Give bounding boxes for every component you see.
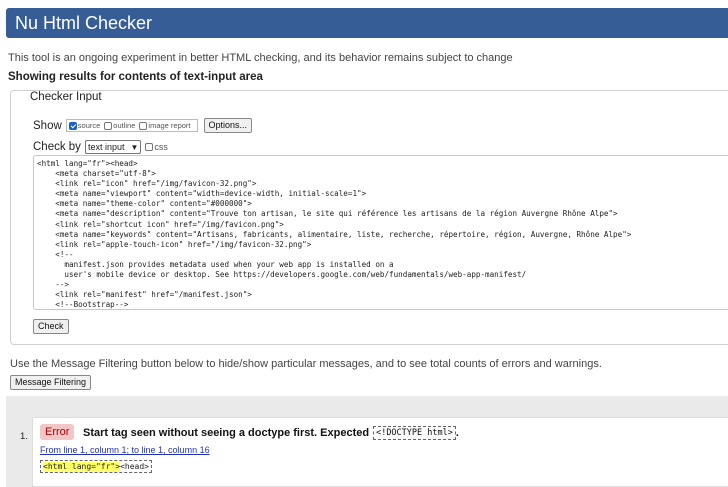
header-bar: Nu Html Checker: [6, 8, 728, 38]
code-extract: <html lang="fr"><head>: [40, 460, 152, 473]
image-report-checkbox[interactable]: [139, 121, 148, 130]
checker-input-legend: Checker Input: [26, 91, 106, 103]
check-by-value: text input: [87, 142, 125, 152]
source-line: <link rel="icon" href="/img/favicon-32.p…: [37, 179, 257, 189]
message-number: 1.: [20, 431, 28, 442]
image-report-label: image report: [148, 121, 191, 130]
css-checkbox[interactable]: [145, 143, 154, 151]
error-message: Start tag seen without seeing a doctype …: [83, 426, 459, 440]
source-line: manifest.json provides metadata used whe…: [37, 259, 394, 269]
outline-checkbox[interactable]: [104, 121, 113, 130]
source-line: <!--Bootstrap-->: [37, 300, 129, 310]
source-line: <meta name="keywords" content="Artisans,…: [37, 229, 632, 239]
page-title: Nu Html Checker: [15, 13, 153, 33]
source-label: source: [77, 121, 101, 130]
source-line: <meta name="description" content="Trouve…: [37, 209, 618, 219]
css-label: css: [154, 142, 168, 152]
check-button[interactable]: Check: [33, 319, 69, 334]
source-line: <meta charset="utf-8">: [37, 169, 156, 179]
source-line: <meta name="viewport" content="width=dev…: [37, 189, 367, 199]
showing-heading: Showing results for contents of text-inp…: [8, 71, 263, 83]
show-image-report-option[interactable]: image report: [139, 121, 191, 130]
source-line: <!--: [37, 249, 74, 259]
options-button[interactable]: Options...: [203, 118, 253, 133]
error-location-link[interactable]: From line 1, column 1; to line 1, column…: [40, 445, 210, 455]
check-by-row: Check by text input ▼ css: [33, 140, 172, 154]
source-line: <meta name="theme-color" content="#00000…: [37, 199, 252, 209]
source-line: <html lang="fr"><head>: [37, 159, 138, 168]
chevron-down-icon: ▼: [130, 142, 139, 152]
show-outline-option[interactable]: outline: [104, 121, 135, 130]
filter-instructions: Use the Message Filtering button below t…: [10, 358, 602, 370]
check-by-select[interactable]: text input ▼: [84, 140, 142, 154]
show-label: Show: [33, 119, 62, 132]
source-textarea[interactable]: <html lang="fr"><head> <meta charset="ut…: [33, 155, 728, 310]
extract-rest: <head>: [120, 462, 149, 471]
show-source-option[interactable]: source: [68, 121, 101, 130]
error-badge: Error: [40, 424, 75, 440]
show-row: Show source outline image report Options…: [33, 118, 253, 133]
show-options-group: source outline image report: [65, 119, 198, 132]
source-line: <link rel="apple-touch-icon" href="/img/…: [37, 239, 312, 249]
source-line: user's mobile device or desktop. See htt…: [37, 270, 527, 280]
source-line: <link rel="manifest" href="/manifest.jso…: [37, 290, 252, 300]
message-filtering-button[interactable]: Message Filtering: [10, 375, 92, 390]
error-message-text: Start tag seen without seeing a doctype …: [83, 427, 370, 439]
css-option[interactable]: css: [145, 142, 168, 152]
expected-code: <!DOCTYPE html>: [373, 426, 456, 440]
outline-label: outline: [113, 121, 136, 130]
error-period: .: [455, 427, 459, 439]
source-line: <link rel="shortcut icon" href="/img/fav…: [37, 219, 284, 229]
intro-text: This tool is an ongoing experiment in be…: [8, 52, 513, 64]
check-by-label: Check by: [33, 141, 81, 153]
source-checkbox[interactable]: [68, 121, 77, 130]
source-line: -->: [37, 280, 70, 290]
extract-highlight: <html lang="fr">: [43, 462, 121, 471]
